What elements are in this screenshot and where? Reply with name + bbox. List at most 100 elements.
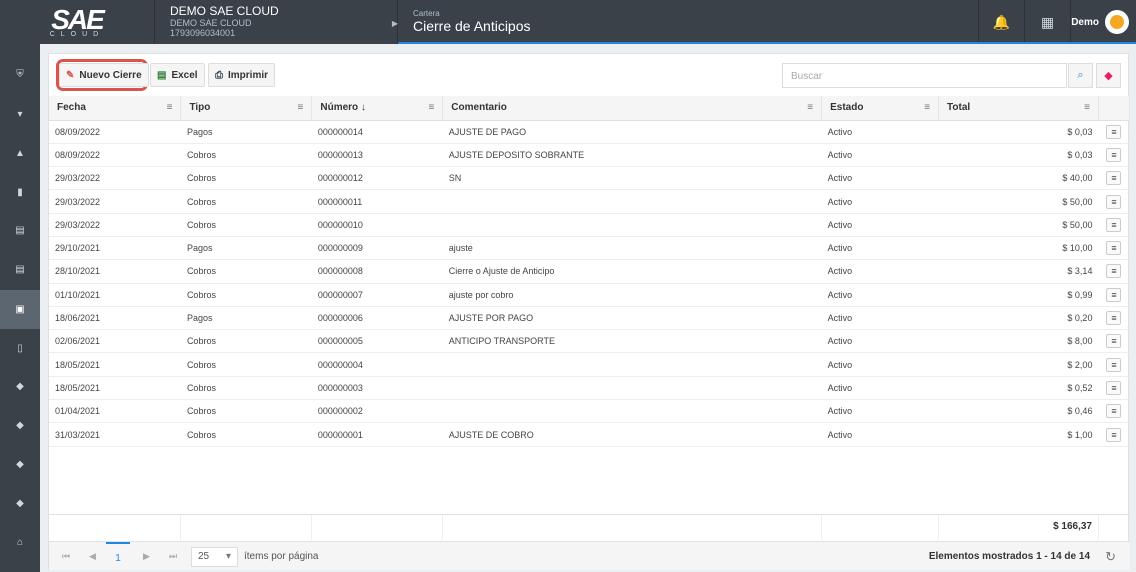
filter-icon[interactable]: ≡ [807,102,813,113]
cell-estado: Activo [821,259,939,284]
row-menu-icon[interactable]: ≡ [1106,311,1122,326]
sidebar: ⛨ ▾ ▲ ▮ ▤ ▤ ▣ ▯ ◆ ◆ ◆ ◆ ⌂ [0,44,40,572]
cell-total: $ 2,00 [938,352,1099,377]
search-button[interactable]: ⌕ [1068,63,1093,88]
refresh-icon[interactable]: ↻ [1105,549,1116,565]
column-header-comentario[interactable]: Comentario ≡ [442,96,823,121]
filter-icon[interactable]: ≡ [167,102,173,113]
prev-page-icon[interactable]: ◀ [89,551,96,562]
row-menu-icon[interactable]: ≡ [1106,241,1122,256]
row-actions: ≡ [1098,422,1130,447]
sidebar-item-grad-2[interactable]: ◆ [0,406,40,445]
notifications-button[interactable]: 🔔 [978,0,1024,44]
table-row[interactable]: 31/03/2021 Cobros 000000001 AJUSTE DE COBRO… [49,422,1130,447]
row-menu-icon[interactable]: ≡ [1106,427,1122,442]
cell-tipo: Cobros [180,259,312,284]
row-menu-icon[interactable]: ≡ [1106,287,1122,302]
column-header-tipo[interactable]: Tipo ≡ [180,96,313,121]
cell-estado: Activo [821,213,939,237]
next-page-icon[interactable]: ▶ [143,551,150,562]
sidebar-item-book[interactable]: ▮ [0,173,40,212]
cell-estado: Activo [821,143,939,168]
user-menu[interactable]: Demo [1070,0,1136,44]
cell-fecha: 01/04/2021 [49,399,181,424]
table-row[interactable]: 02/06/2021 Cobros 000000005 ANTICIPO TRANSP… [49,329,1130,354]
first-page-icon[interactable]: ⏮ [62,551,70,562]
table-row[interactable]: 08/09/2022 Cobros 000000013 AJUSTE DEPOSITO… [49,143,1130,168]
company-selector[interactable]: DEMO SAE CLOUD DEMO SAE CLOUD 1793096034… [155,0,398,44]
page-number[interactable]: 1 [106,542,130,571]
excel-button[interactable]: ▤ Excel [150,63,205,87]
filter-icon[interactable]: ≡ [924,102,930,113]
cell-comentario: ajuste [442,236,822,261]
cell-total: $ 0,20 [938,306,1099,331]
cell-estado: Activo [821,352,939,377]
sidebar-item-doc[interactable]: ▯ [0,329,40,368]
row-menu-icon[interactable]: ≡ [1106,357,1122,372]
row-actions: ≡ [1098,213,1130,237]
company-name: DEMO SAE CLOUD [170,4,279,18]
row-actions: ≡ [1098,189,1130,214]
row-menu-icon[interactable]: ≡ [1106,124,1122,139]
cell-comentario: SN [442,166,822,191]
row-menu-icon[interactable]: ≡ [1106,147,1122,162]
column-header-numero[interactable]: Número ↓ ≡ [311,96,444,121]
row-menu-icon[interactable]: ≡ [1106,404,1122,419]
table-row[interactable]: 29/10/2021 Pagos 000000009 ajuste Activo $ 10… [49,236,1130,261]
cell-estado: Activo [821,120,939,144]
sidebar-item-list-2[interactable]: ▤ [0,250,40,289]
column-header-total[interactable]: Total ≡ [938,96,1099,121]
row-menu-icon[interactable]: ≡ [1106,194,1122,209]
printer-icon: ⎙ [215,69,223,81]
table-row[interactable]: 29/03/2022 Cobros 000000011 Activo $ 50,00 ≡ [49,189,1130,214]
graduation-cap-icon: ◆ [16,459,24,470]
eraser-icon: ◆ [1104,70,1113,82]
filter-icon[interactable]: ≡ [428,102,434,113]
sidebar-item-shield[interactable]: ⛨ [0,55,40,94]
sidebar-item-bank[interactable]: ▲ [0,134,40,173]
table-row[interactable]: 28/10/2021 Cobros 000000008 Cierre o Ajuste… [49,259,1130,284]
row-menu-icon[interactable]: ≡ [1106,334,1122,349]
cell-fecha: 18/05/2021 [49,352,181,377]
new-closing-label: Nuevo Cierre [79,69,142,81]
print-button[interactable]: ⎙ Imprimir [208,63,276,87]
cell-tipo: Cobros [180,376,312,401]
cell-fecha: 28/10/2021 [49,259,181,284]
avatar [1105,10,1129,34]
filter-icon[interactable]: ≡ [298,102,304,113]
page-size-select[interactable]: 25 ▾ [191,547,238,567]
filter-icon[interactable]: ≡ [1084,102,1090,113]
column-header-fecha[interactable]: Fecha ≡ [49,96,182,121]
table-row[interactable]: 01/10/2021 Cobros 000000007 ajuste por cobr… [49,283,1130,307]
cell-estado: Activo [821,376,939,401]
row-menu-icon[interactable]: ≡ [1106,217,1122,232]
clear-filters-button[interactable]: ◆ [1096,63,1121,88]
sidebar-item-grad-4[interactable]: ◆ [0,484,40,523]
app-logo[interactable]: SAE CLOUD [0,0,155,44]
new-closing-button[interactable]: ✎ Nuevo Cierre [59,63,149,87]
table-row[interactable]: 18/05/2021 Cobros 000000003 Activo $ 0,52 ≡ [49,376,1130,401]
apps-button[interactable]: ▦ [1024,0,1070,44]
sidebar-item-cartera[interactable]: ▣ [0,290,40,329]
table-row[interactable]: 01/04/2021 Cobros 000000002 Activo $ 0,46 ≡ [49,399,1130,424]
column-header-estado[interactable]: Estado ≡ [821,96,940,121]
row-menu-icon[interactable]: ≡ [1106,171,1122,186]
module-name: Cartera [413,9,440,18]
row-menu-icon[interactable]: ≡ [1106,380,1122,395]
pager: ⏮ ◀ 1 ▶ ⏭ 25 ▾ ítems por página Elementos… [49,541,1130,570]
table-row[interactable]: 29/03/2022 Cobros 000000012 SN Activo $ 40,00… [49,166,1130,191]
sidebar-item-cart[interactable]: ▾ [0,95,40,134]
sidebar-item-grad-3[interactable]: ◆ [0,445,40,484]
cell-estado: Activo [821,166,939,191]
table-row[interactable]: 29/03/2022 Cobros 000000010 Activo $ 50,00 ≡ [49,213,1130,237]
table-row[interactable]: 08/09/2022 Pagos 000000014 AJUSTE DE PAGO Ac… [49,120,1130,144]
search-input[interactable]: Buscar [782,63,1067,88]
table-row[interactable]: 18/06/2021 Pagos 000000006 AJUSTE POR PAGO A… [49,306,1130,331]
sidebar-item-list[interactable]: ▤ [0,211,40,250]
sidebar-item-grad[interactable]: ◆ [0,367,40,406]
sidebar-item-institution[interactable]: ⌂ [0,523,40,562]
table-row[interactable]: 18/05/2021 Cobros 000000004 Activo $ 2,00 ≡ [49,352,1130,377]
bank-icon: ▲ [15,148,25,159]
row-menu-icon[interactable]: ≡ [1106,264,1122,279]
last-page-icon[interactable]: ⏭ [169,551,177,562]
